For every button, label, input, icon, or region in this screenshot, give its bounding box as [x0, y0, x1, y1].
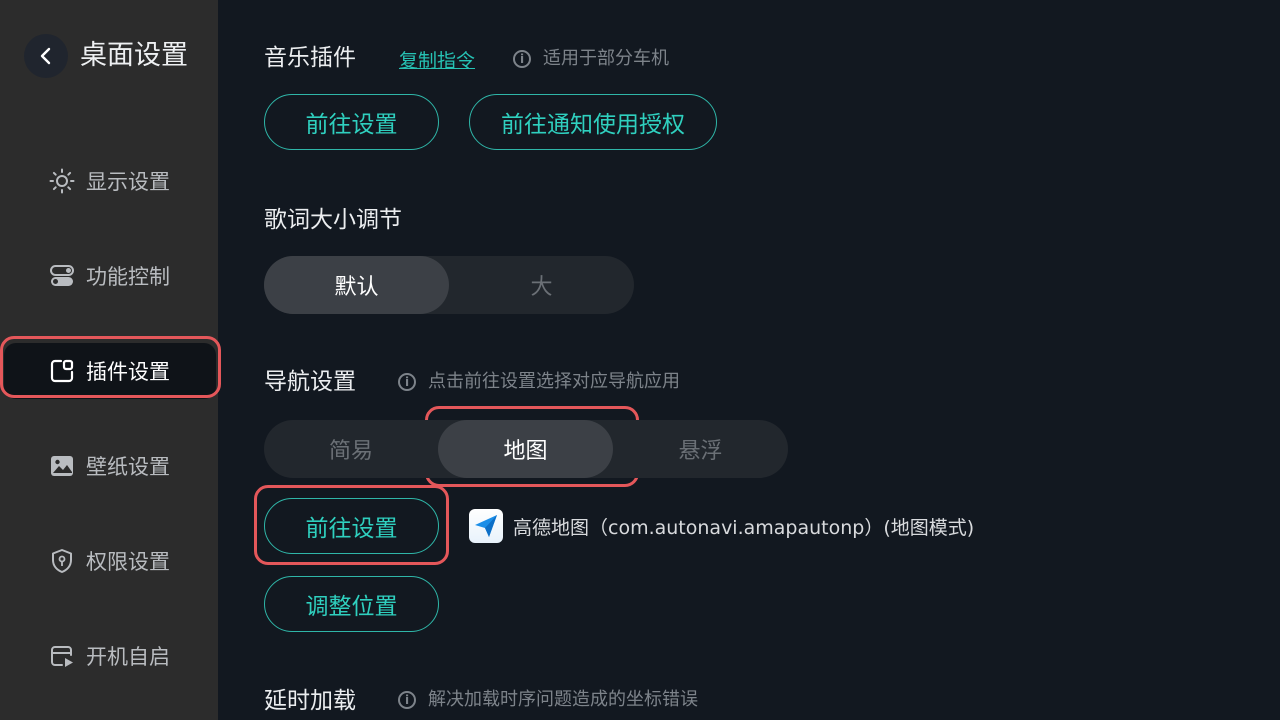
- lyrics-option-default[interactable]: 默认: [264, 256, 449, 314]
- nav-option-float[interactable]: 悬浮: [613, 420, 788, 478]
- sidebar-item-label: 壁纸设置: [86, 455, 170, 479]
- sidebar-item-label: 插件设置: [86, 360, 170, 384]
- delay-hint: i 解决加载时序问题造成的坐标错误: [398, 688, 698, 712]
- sidebar: 桌面设置 显示设置 功能控制 插件设置 壁纸设置 权限设置 开机自启: [0, 0, 218, 720]
- autostart-icon: [48, 642, 76, 670]
- sidebar-item-label: 功能控制: [86, 265, 170, 289]
- image-icon: [48, 452, 76, 480]
- shield-icon: [48, 547, 76, 575]
- info-icon: i: [513, 50, 531, 68]
- back-button[interactable]: [24, 34, 68, 78]
- sun-icon: [48, 167, 76, 195]
- nav-hint: i 点击前往设置选择对应导航应用: [398, 370, 680, 394]
- page-title: 桌面设置: [80, 40, 188, 71]
- sidebar-item-display[interactable]: 显示设置: [4, 153, 216, 209]
- goto-settings-button[interactable]: 前往设置: [264, 94, 439, 150]
- sidebar-item-plugin[interactable]: 插件设置: [4, 343, 216, 399]
- toggle-icon: [48, 262, 76, 290]
- sidebar-item-label: 显示设置: [86, 170, 170, 194]
- nav-mode-selector: 简易 地图 悬浮: [264, 420, 788, 478]
- info-icon: i: [398, 691, 416, 709]
- lyrics-size-selector: 默认 大: [264, 256, 634, 314]
- nav-option-simple[interactable]: 简易: [264, 420, 438, 478]
- sidebar-item-wallpaper[interactable]: 壁纸设置: [4, 438, 216, 494]
- sidebar-item-label: 开机自启: [86, 645, 170, 669]
- adjust-position-button[interactable]: 调整位置: [264, 576, 439, 632]
- chevron-left-icon: [40, 47, 51, 65]
- copy-command-link[interactable]: 复制指令: [399, 46, 475, 73]
- music-plugin-title: 音乐插件: [264, 45, 356, 71]
- nav-settings-title: 导航设置: [264, 369, 356, 395]
- music-hint-text: 适用于部分车机: [543, 48, 669, 69]
- amap-app-icon: [469, 509, 503, 543]
- nav-option-map[interactable]: 地图: [438, 420, 613, 478]
- info-icon: i: [398, 373, 416, 391]
- plugin-icon: [48, 357, 76, 385]
- music-hint: i 适用于部分车机: [513, 47, 669, 71]
- nav-hint-text: 点击前往设置选择对应导航应用: [428, 371, 680, 392]
- sidebar-item-permission[interactable]: 权限设置: [4, 533, 216, 589]
- sidebar-item-label: 权限设置: [86, 550, 170, 574]
- nav-app-text: 高德地图（com.autonavi.amapautonp）(地图模式): [513, 516, 975, 539]
- goto-notify-auth-button[interactable]: 前往通知使用授权: [469, 94, 717, 150]
- lyrics-option-large[interactable]: 大: [449, 256, 634, 314]
- sidebar-item-autostart[interactable]: 开机自启: [4, 628, 216, 684]
- delay-hint-text: 解决加载时序问题造成的坐标错误: [428, 689, 698, 710]
- delay-loading-title: 延时加载: [264, 688, 356, 714]
- lyrics-size-title: 歌词大小调节: [264, 207, 402, 233]
- sidebar-item-function[interactable]: 功能控制: [4, 248, 216, 304]
- nav-app-info: 高德地图（com.autonavi.amapautonp）(地图模式): [469, 508, 974, 544]
- nav-goto-settings-button[interactable]: 前往设置: [264, 498, 439, 554]
